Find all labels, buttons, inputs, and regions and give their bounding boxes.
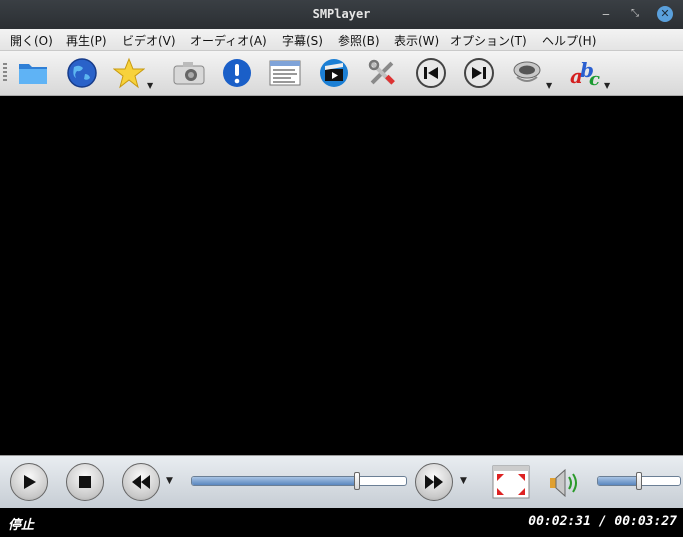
audio-icon — [513, 61, 541, 82]
audio-dropdown-arrow[interactable]: ▼ — [546, 81, 552, 90]
media-info-button[interactable] — [317, 56, 351, 90]
screenshot-button[interactable] — [172, 56, 206, 90]
speaker-icon — [550, 468, 577, 498]
forward-button[interactable] — [415, 463, 453, 501]
main-toolbar: ▼ ▼ abc ▼ — [0, 51, 683, 96]
info-icon — [223, 59, 251, 87]
previous-icon — [416, 58, 446, 88]
open-file-button[interactable] — [16, 56, 50, 90]
preferences-button[interactable] — [365, 56, 399, 90]
stop-icon — [79, 476, 91, 488]
forward-icon — [425, 475, 443, 489]
rewind-icon — [132, 475, 150, 489]
rewind-dropdown-arrow[interactable]: ▼ — [166, 476, 173, 486]
play-icon — [24, 475, 36, 489]
previous-button[interactable] — [414, 56, 448, 90]
subtitles-button[interactable]: abc — [568, 56, 602, 90]
toolbar-grip[interactable] — [3, 63, 7, 83]
seek-bar-fill — [192, 477, 357, 485]
stop-button[interactable] — [66, 463, 104, 501]
screenshot-camera-icon — [173, 62, 205, 85]
fullscreen-icon — [492, 465, 530, 499]
rewind-button[interactable] — [122, 463, 160, 501]
menu-view[interactable]: 表示(W) — [394, 32, 439, 49]
next-button[interactable] — [462, 56, 496, 90]
menu-help[interactable]: ヘルプ(H) — [542, 32, 596, 49]
video-area[interactable] — [0, 96, 683, 454]
favorites-star-icon — [113, 57, 145, 89]
playlist-icon — [269, 60, 301, 86]
globe-icon — [67, 58, 97, 88]
fullscreen-button[interactable] — [492, 465, 530, 499]
menu-options[interactable]: オプション(T) — [450, 32, 527, 49]
folder-icon — [19, 64, 47, 84]
menu-open[interactable]: 開く(O) — [10, 32, 53, 49]
volume-slider-fill — [598, 477, 639, 485]
menu-bar: 開く(O) 再生(P) ビデオ(V) オーディオ(A) 字幕(S) 参照(B) … — [0, 29, 683, 51]
preferences-tools-icon — [368, 59, 395, 85]
favorites-button[interactable] — [112, 56, 146, 90]
media-clapper-icon — [320, 59, 348, 87]
playback-state: 停止 — [8, 518, 35, 533]
volume-slider-handle[interactable] — [636, 472, 642, 490]
seek-bar[interactable] — [191, 472, 407, 490]
audio-track-button[interactable] — [510, 56, 544, 90]
close-button[interactable]: ✕ — [657, 6, 673, 22]
menu-subtitles[interactable]: 字幕(S) — [282, 32, 323, 49]
status-bar: 停止 00:02:31 / 00:03:27 — [0, 508, 683, 537]
open-url-button[interactable] — [65, 56, 99, 90]
playlist-button[interactable] — [268, 56, 302, 90]
menu-play[interactable]: 再生(P) — [66, 32, 107, 49]
volume-slider[interactable] — [597, 472, 681, 490]
title-bar: SMPlayer ‒ ⤡ ✕ — [0, 0, 683, 29]
subtitles-icon: abc — [570, 58, 600, 89]
window-title: SMPlayer — [312, 7, 371, 21]
minimize-button[interactable]: ‒ — [598, 6, 614, 22]
forward-dropdown-arrow[interactable]: ▼ — [460, 476, 467, 486]
next-icon — [464, 58, 494, 88]
subtitles-dropdown-arrow[interactable]: ▼ — [604, 81, 610, 90]
menu-browse[interactable]: 参照(B) — [338, 32, 380, 49]
play-button[interactable] — [10, 463, 48, 501]
restore-button[interactable]: ⤡ — [627, 6, 643, 22]
menu-audio[interactable]: オーディオ(A) — [190, 32, 267, 49]
info-button[interactable] — [220, 56, 254, 90]
seek-bar-handle[interactable] — [353, 472, 360, 490]
mute-button[interactable] — [547, 466, 583, 500]
time-display: 00:02:31 / 00:03:27 — [528, 514, 677, 529]
menu-video[interactable]: ビデオ(V) — [122, 32, 176, 49]
svg-text:c: c — [589, 69, 600, 89]
favorites-dropdown-arrow[interactable]: ▼ — [147, 81, 153, 90]
control-bar: ▼ ▼ — [0, 455, 683, 509]
